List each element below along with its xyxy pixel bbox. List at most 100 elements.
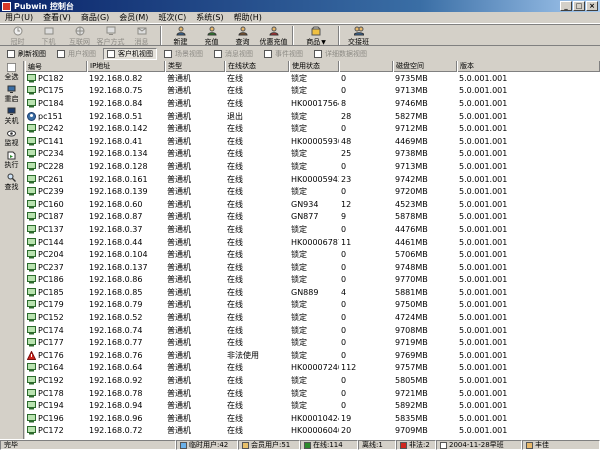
view-events[interactable]: 事件视图	[260, 48, 307, 60]
client-mode-button[interactable]: 客户方式	[95, 25, 126, 46]
cell-type-text: 普通机	[167, 350, 191, 360]
menu-user[interactable]: 用户(U)	[0, 12, 38, 23]
menu-system[interactable]: 系统(S)	[191, 12, 228, 23]
view-refresh[interactable]: 刷新视图	[3, 48, 50, 60]
cell-online-status-text: 在线	[227, 73, 243, 83]
menu-help[interactable]: 帮助(H)	[229, 12, 267, 23]
table-row[interactable]: PC187 192.168.0.87 普通机 在线 GN877 9 5878MB 5.0.00…	[25, 211, 600, 224]
shutdown-button[interactable]: 关机	[0, 107, 24, 127]
table-row[interactable]: PC182 192.168.0.82 普通机 在线 锁定 0 9735MB 5.0.001.0…	[25, 72, 600, 85]
cell-usage-status: GN934	[289, 200, 339, 209]
find-button[interactable]: 查找	[0, 173, 24, 193]
cell-ip-text: 192.168.0.86	[89, 275, 143, 285]
table-row[interactable]: PC175 192.168.0.75 普通机 在线 锁定 0 9713MB 5.0.001.0…	[25, 85, 600, 98]
clock-button[interactable]: 冠时	[2, 25, 33, 46]
table-row[interactable]: PC174 192.168.0.74 普通机 在线 锁定 0 9708MB 5.0.001.0…	[25, 324, 600, 337]
cell-ip-text: 192.168.0.84	[89, 98, 143, 108]
table-row[interactable]: PC228 192.168.0.128 普通机 在线 锁定 0 9713MB 5.0.001.…	[25, 160, 600, 173]
cell-disk-space: 5805MB	[393, 376, 457, 385]
cell-disk-space-text: 9712MB	[395, 124, 428, 134]
goods-button[interactable]: 商品▼	[297, 25, 335, 46]
view-messages[interactable]: 消息视图	[210, 48, 257, 60]
calendar-icon	[440, 441, 447, 449]
menu-member[interactable]: 会员(M)	[114, 12, 153, 23]
table-row[interactable]: PC152 192.168.0.52 普通机 在线 锁定 0 4724MB 5.0.001.0…	[25, 311, 600, 324]
cell-count-text: 25	[341, 149, 352, 159]
table-row[interactable]: PC160 192.168.0.60 普通机 在线 GN934 12 4523MB 5.0.0…	[25, 198, 600, 211]
cell-online-status: 非法使用	[225, 350, 289, 361]
execute-button[interactable]: 执行	[0, 151, 24, 171]
view-users[interactable]: 用户视图	[53, 48, 100, 60]
table-row[interactable]: PC184 192.168.0.84 普通机 在线 HK00017564 8 9746MB 5…	[25, 97, 600, 110]
column-header-disk-space[interactable]: 磁盘空间	[393, 61, 457, 72]
discount-recharge-button[interactable]: 优惠充值	[258, 25, 289, 46]
close-button[interactable]: ×	[586, 1, 598, 11]
recharge-button[interactable]: 充值	[196, 25, 227, 46]
table-row[interactable]: PC204 192.168.0.104 普通机 在线 锁定 0 5706MB 5.0.001.…	[25, 248, 600, 261]
table-row[interactable]: PC196 192.168.0.96 普通机 在线 HK00010424 19 5835MB…	[25, 412, 600, 425]
menu-goods[interactable]: 商品(G)	[76, 12, 114, 23]
table-row[interactable]: PC185 192.168.0.85 普通机 在线 GN889 4 5881MB 5.0.00…	[25, 286, 600, 299]
message-button[interactable]: 消息	[126, 25, 157, 46]
table-row[interactable]: PC172 192.168.0.72 普通机 在线 HK00006040 20 9709MB…	[25, 425, 600, 438]
cell-id-text: PC184	[38, 98, 64, 108]
menu-shift[interactable]: 班次(C)	[153, 12, 191, 23]
column-header-ip[interactable]: IP地址	[87, 61, 165, 72]
table-row[interactable]: PC237 192.168.0.137 普通机 在线 锁定 0 9748MB 5.0.001.…	[25, 261, 600, 274]
network-button[interactable]: 互联网	[64, 25, 95, 46]
cell-id: PC196	[25, 413, 87, 423]
table-row[interactable]: PC176 192.168.0.76 普通机 非法使用 锁定 0 9769MB 5.0.001…	[25, 349, 600, 362]
cell-usage-status-text: HK00005943	[291, 174, 339, 184]
column-header-count[interactable]	[339, 61, 393, 72]
cell-ip-text: 192.168.0.79	[89, 300, 143, 310]
table-row[interactable]: PC177 192.168.0.77 普通机 在线 锁定 0 9719MB 5.0.001.0…	[25, 336, 600, 349]
menu-view[interactable]: 查看(V)	[38, 12, 76, 23]
table-row[interactable]: PC137 192.168.0.37 普通机 在线 锁定 0 4476MB 5.0.001.0…	[25, 223, 600, 236]
cell-count: 11	[339, 238, 393, 247]
cell-id: PC177	[25, 338, 87, 347]
column-header-online-status[interactable]: 在线状态	[225, 61, 289, 72]
new-button[interactable]: 新建	[165, 25, 196, 46]
monitor-button[interactable]: 监视	[0, 129, 24, 149]
cell-id-text: pc151	[38, 111, 63, 121]
select-all-button[interactable]: 全选	[0, 63, 24, 83]
cell-version: 5.0.001.001	[457, 187, 600, 196]
shift-handover-button[interactable]: 交接班	[343, 25, 374, 46]
view-bar: 刷新视图 用户视图 客户机视图 场景视图 消息视图 事件视图 详细数据视图	[0, 47, 600, 61]
cell-online-status: 在线	[225, 425, 289, 436]
restart-button[interactable]: 重启	[0, 85, 24, 105]
column-header-usage-status[interactable]: 使用状态	[289, 61, 339, 72]
cell-usage-status-text: 锁定	[291, 338, 307, 348]
cell-type: 普通机	[165, 136, 225, 147]
cell-usage-status-text: 锁定	[291, 401, 307, 411]
table-row[interactable]: PC242 192.168.0.142 普通机 在线 锁定 0 9712MB 5.0.001.…	[25, 122, 600, 135]
minimize-button[interactable]: _	[560, 1, 572, 11]
column-header-type[interactable]: 类型	[165, 61, 225, 72]
cell-usage-status-text: HK00017564	[291, 98, 339, 108]
table-row[interactable]: PC186 192.168.0.86 普通机 在线 锁定 0 9770MB 5.0.001.0…	[25, 274, 600, 287]
view-clients[interactable]: 客户机视图	[103, 48, 157, 60]
column-header-id[interactable]: 编号	[25, 61, 87, 72]
cell-id: PC164	[25, 363, 87, 372]
cell-usage-status: GN889	[289, 288, 339, 297]
cell-disk-space: 9742MB	[393, 175, 457, 184]
cell-version-text: 5.0.001.001	[459, 86, 508, 96]
column-header-version[interactable]: 版本	[457, 61, 600, 72]
table-row[interactable]: PC192 192.168.0.92 普通机 在线 锁定 0 5805MB 5.0.001.0…	[25, 374, 600, 387]
view-details[interactable]: 详细数据视图	[310, 48, 371, 60]
table-row[interactable]: PC144 192.168.0.44 普通机 在线 HK00006787 11 4461MB…	[25, 236, 600, 249]
table-row[interactable]: PC179 192.168.0.79 普通机 在线 锁定 0 9750MB 5.0.001.0…	[25, 299, 600, 312]
table-row[interactable]: PC234 192.168.0.134 普通机 在线 锁定 25 9738MB 5.0.001…	[25, 148, 600, 161]
table-row[interactable]: PC194 192.168.0.94 普通机 在线 锁定 0 5892MB 5.0.001.0…	[25, 399, 600, 412]
table-row[interactable]: PC239 192.168.0.139 普通机 在线 锁定 0 9720MB 5.0.001.…	[25, 185, 600, 198]
table-row[interactable]: PC178 192.168.0.78 普通机 在线 锁定 0 9721MB 5.0.001.0…	[25, 387, 600, 400]
table-row[interactable]: PC164 192.168.0.64 普通机 在线 HK00007240 112 9757M…	[25, 362, 600, 375]
table-row[interactable]: PC261 192.168.0.161 普通机 在线 HK00005943 23 9742M…	[25, 173, 600, 186]
view-scene[interactable]: 场景视图	[160, 48, 207, 60]
cell-usage-status: 锁定	[289, 224, 339, 235]
table-row[interactable]: pc151 192.168.0.51 普通机 退出 锁定 28 5827MB 5.0.001.…	[25, 110, 600, 123]
query-button[interactable]: 查询	[227, 25, 258, 46]
maximize-button[interactable]: □	[573, 1, 585, 11]
table-row[interactable]: PC141 192.168.0.41 普通机 在线 HK00005930 48 4469MB…	[25, 135, 600, 148]
logoff-button[interactable]: 下机	[33, 25, 64, 46]
